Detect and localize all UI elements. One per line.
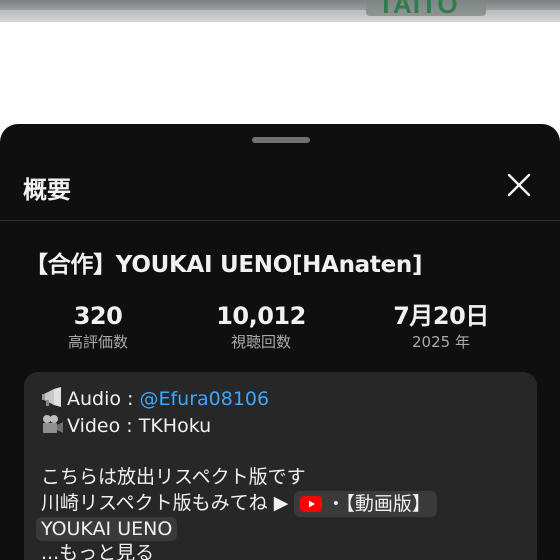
likes-label: 高評価数 xyxy=(67,333,128,351)
likes-value: 320 xyxy=(73,302,123,330)
audio-line: Audio : @Efura08106 xyxy=(41,386,269,411)
kawasaki-text: 川崎リスペクト版もみてね ▶ xyxy=(41,492,289,514)
date-stat: 7月20日 2025 年 xyxy=(366,301,516,353)
audio-handle-link[interactable]: @Efura08106 xyxy=(139,388,269,410)
video-credit: Video : TKHoku xyxy=(67,415,212,437)
video-link-text: ・【動画版】 xyxy=(326,493,431,515)
description-line-4: 川崎リスペクト版もみてね ▶ ・【動画版】 xyxy=(41,491,437,517)
show-more-button[interactable]: ...もっと見る xyxy=(41,541,154,560)
youtube-icon xyxy=(300,496,323,512)
description-sheet: 概要 【合作】YOUKAI UENO[HAnaten] 320 高評価数 10,… xyxy=(0,124,560,560)
drag-handle[interactable] xyxy=(252,137,310,143)
close-icon xyxy=(507,173,531,197)
video-area-blank xyxy=(0,22,560,126)
movie-camera-icon xyxy=(43,415,63,433)
video-link-chip[interactable]: ・【動画版】 xyxy=(294,491,437,517)
video-title: 【合作】YOUKAI UENO[HAnaten] xyxy=(25,252,423,278)
video-link-chip-continued[interactable]: YOUKAI UENO xyxy=(36,517,178,541)
video-player-strip[interactable]: TAITO xyxy=(0,0,560,22)
views-label: 視聴回数 xyxy=(230,333,291,351)
description-line-3: こちらは放出リスペクト版です xyxy=(41,466,306,488)
video-line: Video : TKHoku xyxy=(41,413,211,438)
date-value: 7月20日 xyxy=(393,302,489,330)
store-sign-text: TAITO xyxy=(378,0,459,19)
year-label: 2025 年 xyxy=(412,333,470,351)
header-divider xyxy=(0,220,560,221)
views-value: 10,012 xyxy=(216,302,306,330)
megaphone-icon xyxy=(42,387,61,407)
views-stat: 10,012 視聴回数 xyxy=(186,301,336,353)
likes-stat: 320 高評価数 xyxy=(23,301,173,353)
close-button[interactable] xyxy=(502,168,536,202)
description-card[interactable]: Audio : @Efura08106 Video : TKHoku こちらは放出… xyxy=(24,372,537,560)
description-line-5: YOUKAI UENO xyxy=(36,517,178,541)
audio-label: Audio : xyxy=(67,388,134,410)
sheet-title: 概要 xyxy=(23,176,71,204)
